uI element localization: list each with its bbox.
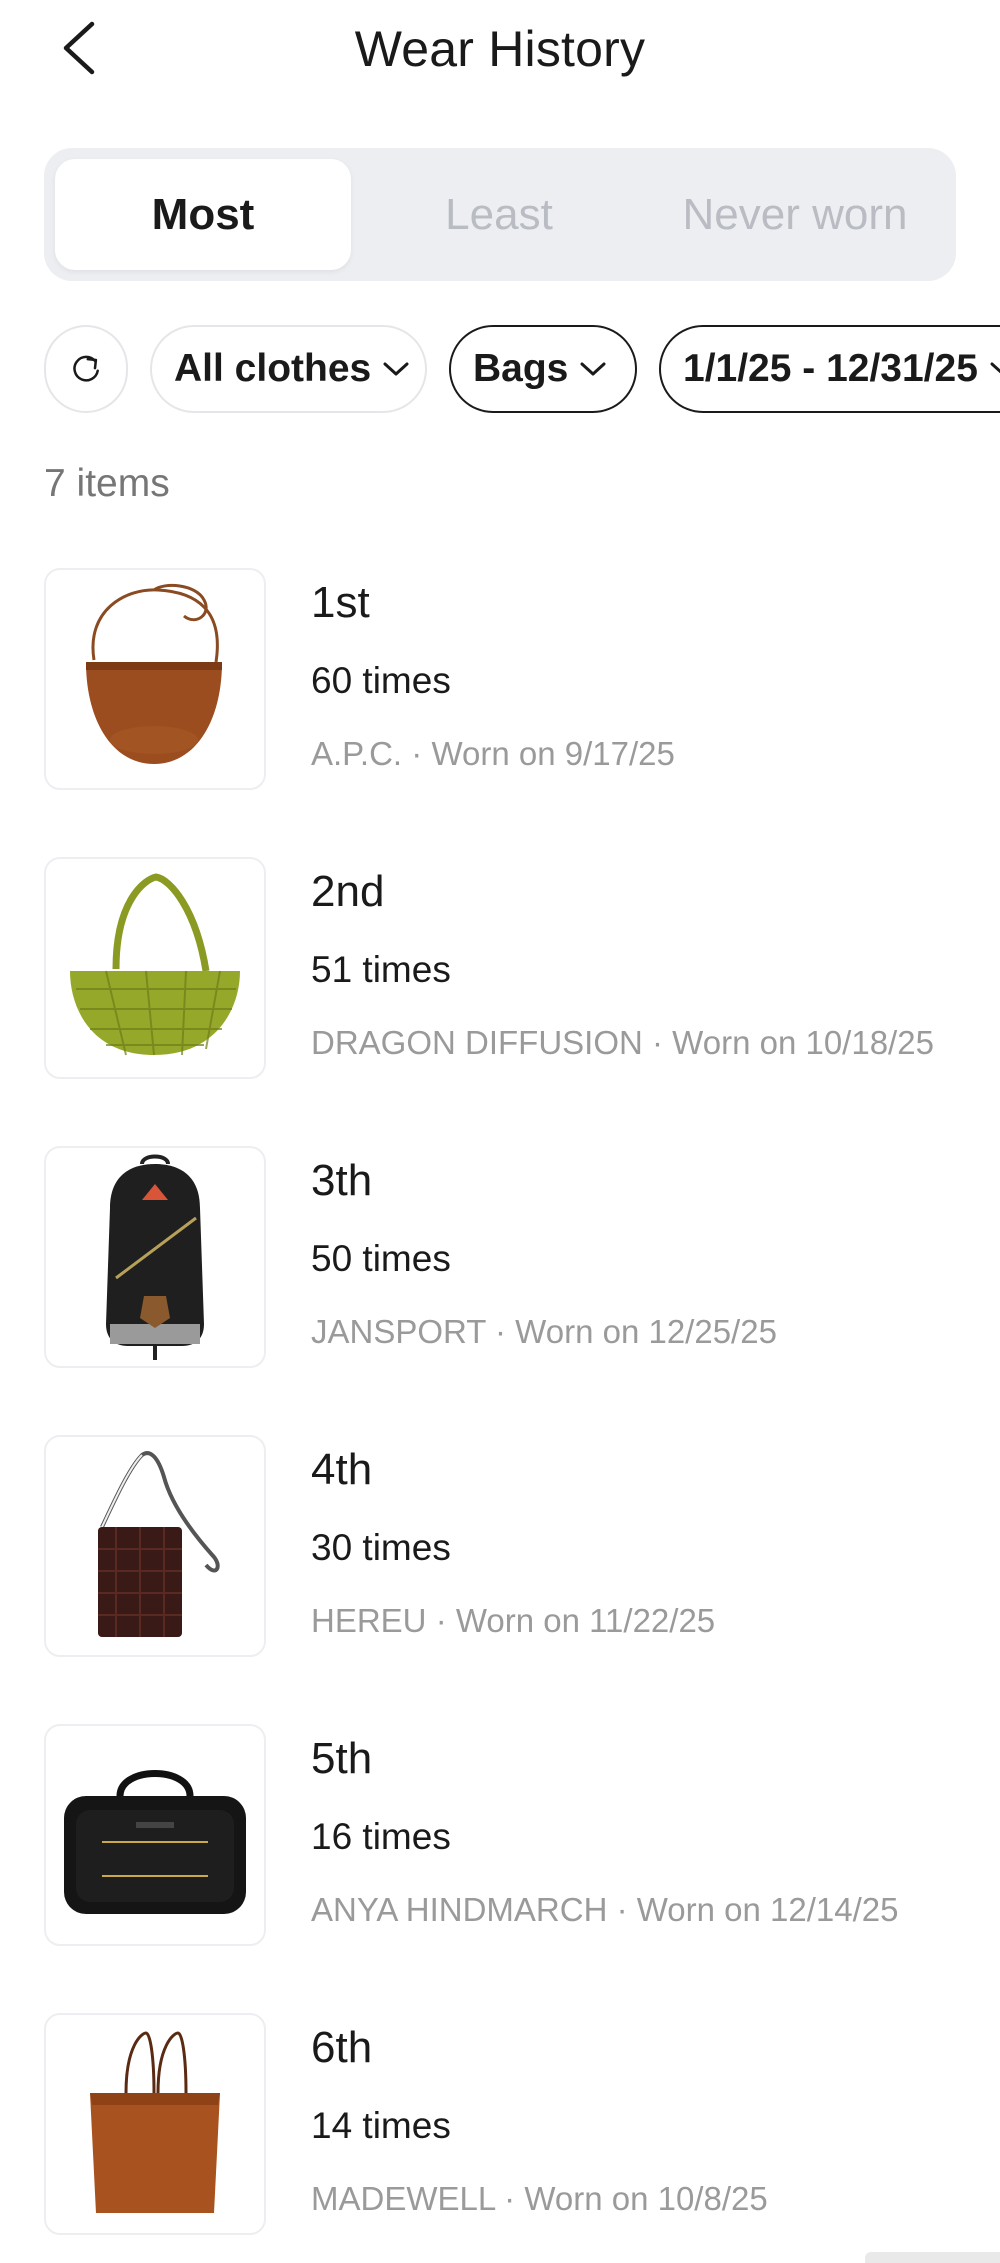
green-woven-bag-image: [70, 873, 240, 1056]
wear-history-screen: Wear History Most Least Never worn All c…: [0, 0, 1000, 2263]
item-wear-count: 51 times: [311, 949, 451, 990]
page-title: Wear History: [354, 21, 646, 77]
item-thumbnail: [44, 2013, 266, 2235]
item-last-worn: Worn on 12/14/25: [636, 1891, 899, 1928]
item-meta: JANSPORT · Worn on 12/25/25: [311, 1313, 777, 1350]
header: Wear History: [0, 0, 1000, 110]
item-rank: 2nd: [311, 867, 385, 916]
item-last-worn: Worn on 12/25/25: [515, 1313, 777, 1350]
list-item[interactable]: 6th 14 times MADEWELL · Worn on 10/8/25: [0, 2013, 1000, 2235]
item-meta: ANYA HINDMARCH · Worn on 12/14/25: [311, 1891, 899, 1928]
item-brand: HEREU: [311, 1602, 427, 1639]
list-item[interactable]: 2nd 51 times DRAGON DIFFUSION · Worn on …: [0, 857, 1000, 1079]
item-thumbnail: [44, 857, 266, 1079]
item-meta: DRAGON DIFFUSION · Worn on 10/18/25: [311, 1024, 934, 1061]
item-thumbnail: [44, 568, 266, 790]
brown-crossbody-bag-image: [86, 583, 222, 764]
item-last-worn: Worn on 10/8/25: [524, 2180, 768, 2217]
item-brand: JANSPORT: [311, 1313, 486, 1350]
item-meta: A.P.C. · Worn on 9/17/25: [311, 735, 675, 772]
sort-segmented-control: Most Least Never worn: [44, 148, 956, 281]
item-last-worn: Worn on 11/22/25: [455, 1602, 716, 1639]
black-nylon-bag-image: [64, 1770, 246, 1914]
refresh-icon: [73, 355, 99, 382]
item-thumbnail: [44, 1435, 266, 1657]
item-brand: DRAGON DIFFUSION: [311, 1024, 643, 1061]
brown-tote-bag-image: [90, 2031, 220, 2213]
item-count: 7 items: [44, 462, 170, 505]
item-brand: ANYA HINDMARCH: [311, 1891, 608, 1928]
item-rank: 6th: [311, 2023, 373, 2072]
item-rank: 4th: [311, 1445, 373, 1494]
woven-pouch-bag-image: [98, 1451, 220, 1637]
category-filter-dropdown[interactable]: All clothes: [150, 325, 427, 413]
date-range-label: 1/1/25 - 12/31/25: [683, 347, 978, 390]
list-item[interactable]: 5th 16 times ANYA HINDMARCH · Worn on 12…: [0, 1724, 1000, 1946]
item-meta: MADEWELL · Worn on 10/8/25: [311, 2180, 768, 2217]
list-item[interactable]: 4th 30 times HEREU · Worn on 11/22/25: [0, 1435, 1000, 1657]
chevron-down-icon: [381, 358, 411, 380]
item-rank: 1st: [311, 578, 370, 627]
filter-bar: All clothes Bags 1/1/25 - 12/31/25: [0, 325, 1000, 415]
item-wear-count: 16 times: [311, 1816, 451, 1857]
item-rank: 5th: [311, 1734, 373, 1783]
item-wear-count: 14 times: [311, 2105, 451, 2146]
item-last-worn: Worn on 10/18/25: [672, 1024, 934, 1061]
chevron-down-icon: [988, 358, 1000, 380]
item-brand: A.P.C.: [311, 735, 403, 772]
item-meta: HEREU · Worn on 11/22/25: [311, 1602, 716, 1639]
item-wear-count: 60 times: [311, 660, 451, 701]
tab-most[interactable]: Most: [55, 159, 351, 270]
black-backpack-image: [106, 1154, 204, 1360]
list-item[interactable]: 3th 50 times JANSPORT · Worn on 12/25/25: [0, 1146, 1000, 1368]
item-rank: 3th: [311, 1156, 373, 1205]
refresh-button[interactable]: [44, 325, 128, 413]
item-wear-count: 50 times: [311, 1238, 451, 1279]
item-wear-count: 30 times: [311, 1527, 451, 1568]
tab-least[interactable]: Least: [351, 159, 647, 270]
item-last-worn: Worn on 9/17/25: [431, 735, 675, 772]
item-thumbnail: [44, 1146, 266, 1368]
tab-never-worn[interactable]: Never worn: [647, 159, 943, 270]
item-brand: MADEWELL: [311, 2180, 495, 2217]
date-range-filter-dropdown[interactable]: 1/1/25 - 12/31/25: [659, 325, 1000, 413]
subcategory-filter-dropdown[interactable]: Bags: [449, 325, 637, 413]
category-filter-label: All clothes: [174, 347, 372, 390]
item-thumbnail: [44, 1724, 266, 1946]
chevron-down-icon: [578, 358, 608, 380]
list-item[interactable]: 1st 60 times A.P.C. · Worn on 9/17/25: [0, 568, 1000, 790]
home-indicator: [865, 2252, 1000, 2263]
subcategory-filter-label: Bags: [473, 347, 569, 390]
